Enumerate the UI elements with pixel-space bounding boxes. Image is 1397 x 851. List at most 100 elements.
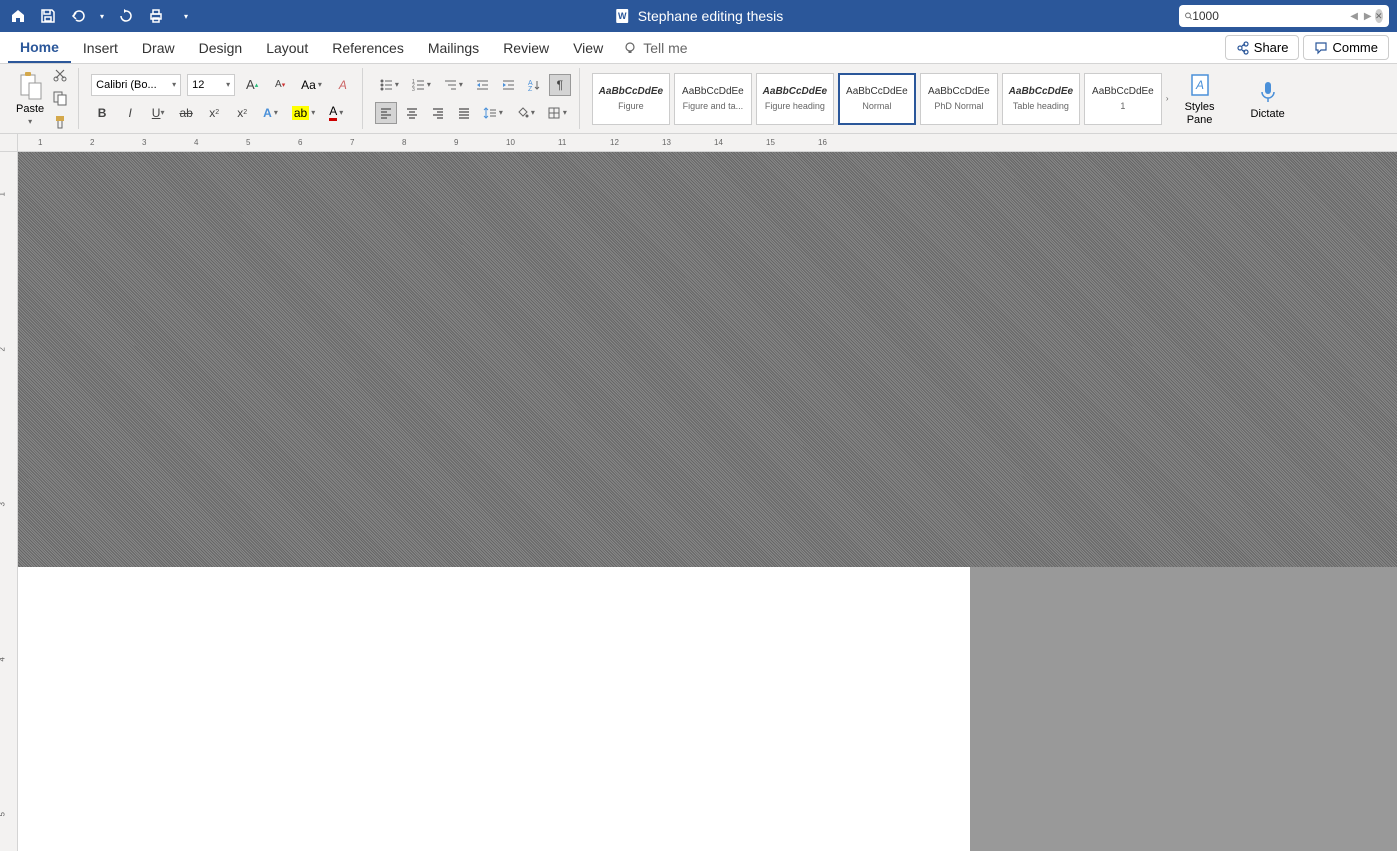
font-group: Calibri (Bo...▾ 12▾ A▴ A▾ Aa▾ A B I U▾ a… — [83, 68, 363, 129]
search-clear-icon[interactable]: ✕ — [1375, 9, 1383, 23]
bullets-button[interactable]: ▾ — [375, 78, 403, 92]
paste-button[interactable]: Paste ▾ — [16, 71, 44, 126]
svg-text:W: W — [617, 11, 626, 21]
text-effects-button[interactable]: A▾ — [259, 106, 282, 120]
align-left-button[interactable] — [375, 102, 397, 124]
shrink-font-button[interactable]: A▾ — [269, 74, 291, 96]
undo-icon[interactable] — [68, 6, 88, 26]
style-item-3[interactable]: AaBbCcDdEeNormal — [838, 73, 916, 125]
tab-references[interactable]: References — [320, 32, 416, 63]
tab-draw[interactable]: Draw — [130, 32, 187, 63]
style-item-1[interactable]: AaBbCcDdEeFigure and ta... — [674, 73, 752, 125]
page-background — [18, 152, 1397, 851]
borders-button[interactable]: ▾ — [543, 106, 571, 120]
style-name: Figure — [618, 101, 644, 111]
tab-layout[interactable]: Layout — [254, 32, 320, 63]
subscript-button[interactable]: x2 — [203, 102, 225, 124]
italic-button[interactable]: I — [119, 102, 141, 124]
font-size-dropdown[interactable]: 12▾ — [187, 74, 235, 96]
svg-text:3: 3 — [412, 87, 415, 92]
search-next-icon[interactable]: ▶ — [1361, 11, 1375, 22]
share-icon — [1236, 41, 1250, 55]
show-paragraph-marks-button[interactable]: ¶ — [549, 74, 571, 96]
search-input[interactable] — [1192, 9, 1347, 23]
align-center-button[interactable] — [401, 102, 423, 124]
style-sample: AaBbCcDdEe — [763, 86, 827, 97]
tab-design[interactable]: Design — [187, 32, 255, 63]
ruler-tick: 5 — [246, 138, 250, 147]
align-right-button[interactable] — [427, 102, 449, 124]
save-icon[interactable] — [38, 6, 58, 26]
font-name-dropdown[interactable]: Calibri (Bo...▾ — [91, 74, 181, 96]
tab-view[interactable]: View — [561, 32, 615, 63]
print-icon[interactable] — [146, 6, 166, 26]
tab-insert[interactable]: Insert — [71, 32, 130, 63]
ruler-tick: 1 — [38, 138, 42, 147]
bold-button[interactable]: B — [91, 102, 113, 124]
styles-pane-label: Styles Pane — [1185, 101, 1215, 125]
change-case-button[interactable]: Aa▾ — [297, 78, 326, 92]
justify-button[interactable] — [453, 102, 475, 124]
multilevel-list-button[interactable]: ▾ — [439, 78, 467, 92]
numbering-button[interactable]: 123▾ — [407, 78, 435, 92]
search-icon — [1185, 10, 1192, 22]
sort-button[interactable]: AZ — [523, 74, 545, 96]
lightbulb-icon — [623, 41, 637, 55]
redo-icon[interactable] — [116, 6, 136, 26]
styles-more-icon[interactable]: › — [1166, 94, 1169, 103]
increase-indent-button[interactable] — [497, 74, 519, 96]
style-item-0[interactable]: AaBbCcDdEeFigure — [592, 73, 670, 125]
outdent-icon — [475, 78, 489, 92]
page-content[interactable] — [18, 567, 970, 851]
search-prev-icon[interactable]: ◀ — [1347, 11, 1361, 22]
style-name: Table heading — [1013, 101, 1069, 111]
style-name: 1 — [1120, 101, 1125, 111]
clear-formatting-button[interactable]: A — [332, 74, 354, 96]
format-painter-button[interactable] — [52, 114, 70, 132]
ruler-vtick: 1 — [0, 192, 7, 196]
undo-dropdown-icon[interactable]: ▾ — [98, 6, 106, 26]
numbering-icon: 123 — [411, 78, 425, 92]
home-icon[interactable] — [8, 6, 28, 26]
share-button[interactable]: Share — [1225, 35, 1300, 60]
strikethrough-button[interactable]: ab — [175, 102, 197, 124]
tell-me-button[interactable]: Tell me — [623, 40, 687, 56]
underline-button[interactable]: U▾ — [147, 102, 169, 124]
tab-review[interactable]: Review — [491, 32, 561, 63]
ruler-tick: 16 — [818, 138, 827, 147]
font-color-button[interactable]: A▾ — [325, 104, 347, 121]
tab-mailings[interactable]: Mailings — [416, 32, 491, 63]
shading-button[interactable]: ▾ — [511, 106, 539, 120]
style-item-6[interactable]: AaBbCcDdEe1 — [1084, 73, 1162, 125]
cut-button[interactable] — [52, 66, 70, 84]
ruler-tick: 14 — [714, 138, 723, 147]
style-item-2[interactable]: AaBbCcDdEeFigure heading — [756, 73, 834, 125]
align-left-icon — [379, 106, 393, 120]
search-box[interactable]: ◀ ▶ ✕ — [1179, 5, 1389, 27]
style-sample: AaBbCcDdEe — [846, 86, 908, 97]
share-label: Share — [1254, 40, 1289, 55]
decrease-indent-button[interactable] — [471, 74, 493, 96]
horizontal-ruler[interactable]: 12345678910111213141516 — [0, 134, 1397, 152]
style-item-4[interactable]: AaBbCcDdEePhD Normal — [920, 73, 998, 125]
highlight-button[interactable]: ab▾ — [288, 106, 319, 120]
paste-icon — [17, 71, 43, 101]
grow-font-button[interactable]: A▴ — [241, 74, 263, 96]
styles-pane-button[interactable]: A Styles Pane — [1177, 71, 1223, 125]
tab-home[interactable]: Home — [8, 32, 71, 63]
scissors-icon — [52, 66, 68, 82]
copy-button[interactable] — [52, 90, 70, 108]
ribbon-content: Paste ▾ Calibri (Bo...▾ 12▾ A▴ A▾ Aa▾ A … — [0, 64, 1397, 134]
ruler-tick: 2 — [90, 138, 94, 147]
document-title: W Stephane editing thesis — [614, 8, 784, 24]
borders-icon — [547, 106, 561, 120]
line-spacing-button[interactable]: ▾ — [479, 106, 507, 120]
superscript-button[interactable]: x2 — [231, 102, 253, 124]
qat-customize-icon[interactable]: ▾ — [176, 6, 196, 26]
align-center-icon — [405, 106, 419, 120]
style-item-5[interactable]: AaBbCcDdEeTable heading — [1002, 73, 1080, 125]
titlebar: ▾ ▾ W Stephane editing thesis ◀ ▶ ✕ — [0, 0, 1397, 32]
comments-button[interactable]: Comme — [1303, 35, 1389, 60]
dictate-button[interactable]: Dictate — [1243, 78, 1293, 120]
vertical-ruler[interactable]: 12345 — [0, 152, 18, 851]
